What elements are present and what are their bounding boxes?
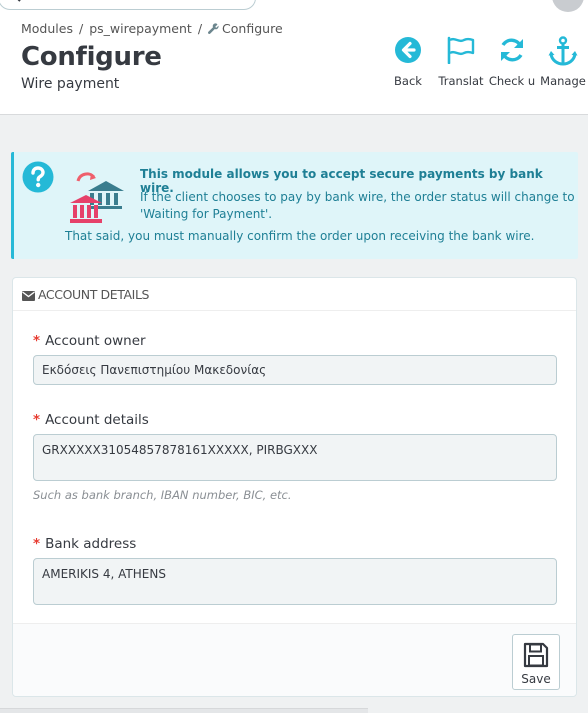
account-details-panel: ACCOUNT DETAILS *Account owner *Account … xyxy=(12,277,577,697)
translate-label: Translat xyxy=(438,74,484,88)
search-icon xyxy=(13,0,27,12)
bank-address-label-text: Bank address xyxy=(45,536,137,552)
alert-text-line-2: 'Waiting for Payment'. xyxy=(140,207,273,221)
refresh-icon xyxy=(486,36,538,66)
search-box[interactable] xyxy=(0,0,256,10)
save-label: Save xyxy=(521,672,551,686)
bank-address-textarea[interactable]: AMERIKIS 4, ATHENS xyxy=(33,558,557,605)
required-mark: * xyxy=(33,412,41,428)
page-title: Configure xyxy=(21,42,162,72)
account-owner-input[interactable] xyxy=(33,355,557,385)
question-circle-icon xyxy=(22,161,54,197)
flag-icon xyxy=(435,36,487,66)
bottom-scroll-edge xyxy=(0,708,368,713)
account-details-textarea[interactable]: GRXXXXX31054857878161XXXXX, PIRBGXXX xyxy=(33,434,557,481)
alert-text-line-3: That said, you must manually confirm the… xyxy=(65,229,535,243)
panel-title: ACCOUNT DETAILS xyxy=(38,287,150,302)
manage-hooks-button[interactable]: Manage xyxy=(537,36,588,96)
wrench-icon xyxy=(208,22,219,37)
avatar[interactable] xyxy=(552,0,584,12)
page-subtitle: Wire payment xyxy=(21,76,120,92)
required-mark: * xyxy=(33,536,41,552)
anchor-icon xyxy=(537,36,588,66)
floppy-disk-icon xyxy=(523,642,549,668)
required-mark: * xyxy=(33,333,41,349)
back-button[interactable]: Back xyxy=(382,36,434,96)
alert-text-line-1: If the client chooses to pay by bank wir… xyxy=(140,190,575,204)
translate-button[interactable]: Translat xyxy=(435,36,487,96)
page-header: Modules / ps_wirepayment / Configure Configu… xyxy=(0,12,588,115)
bank-wire-logo xyxy=(66,167,126,227)
panel-footer: Save xyxy=(13,623,576,696)
info-alert: This module allows you to accept secure … xyxy=(11,152,578,259)
bank-address-label: * Bank address xyxy=(33,536,136,552)
breadcrumb: Modules / ps_wirepayment / Configure xyxy=(21,21,283,37)
account-owner-label-text: Account owner xyxy=(45,333,146,349)
save-button[interactable]: Save xyxy=(512,634,560,690)
account-details-label: * Account details xyxy=(33,412,149,428)
account-owner-label: * Account owner xyxy=(33,333,146,349)
check-update-button[interactable]: Check u xyxy=(486,36,538,96)
check-update-label: Check u xyxy=(488,74,536,88)
arrow-left-circle-icon xyxy=(382,36,434,66)
breadcrumb-item-module[interactable]: ps_wirepayment xyxy=(89,21,192,36)
back-label: Back xyxy=(394,74,422,88)
breadcrumb-item-modules[interactable]: Modules xyxy=(21,21,73,36)
account-details-label-text: Account details xyxy=(45,412,149,428)
panel-heading: ACCOUNT DETAILS xyxy=(13,278,576,311)
account-details-help: Such as bank branch, IBAN number, BIC, e… xyxy=(33,488,292,502)
manage-hooks-label: Manage xyxy=(540,74,586,88)
top-bar xyxy=(0,0,588,12)
envelope-icon xyxy=(22,289,35,304)
breadcrumb-item-current: Configure xyxy=(222,21,283,36)
